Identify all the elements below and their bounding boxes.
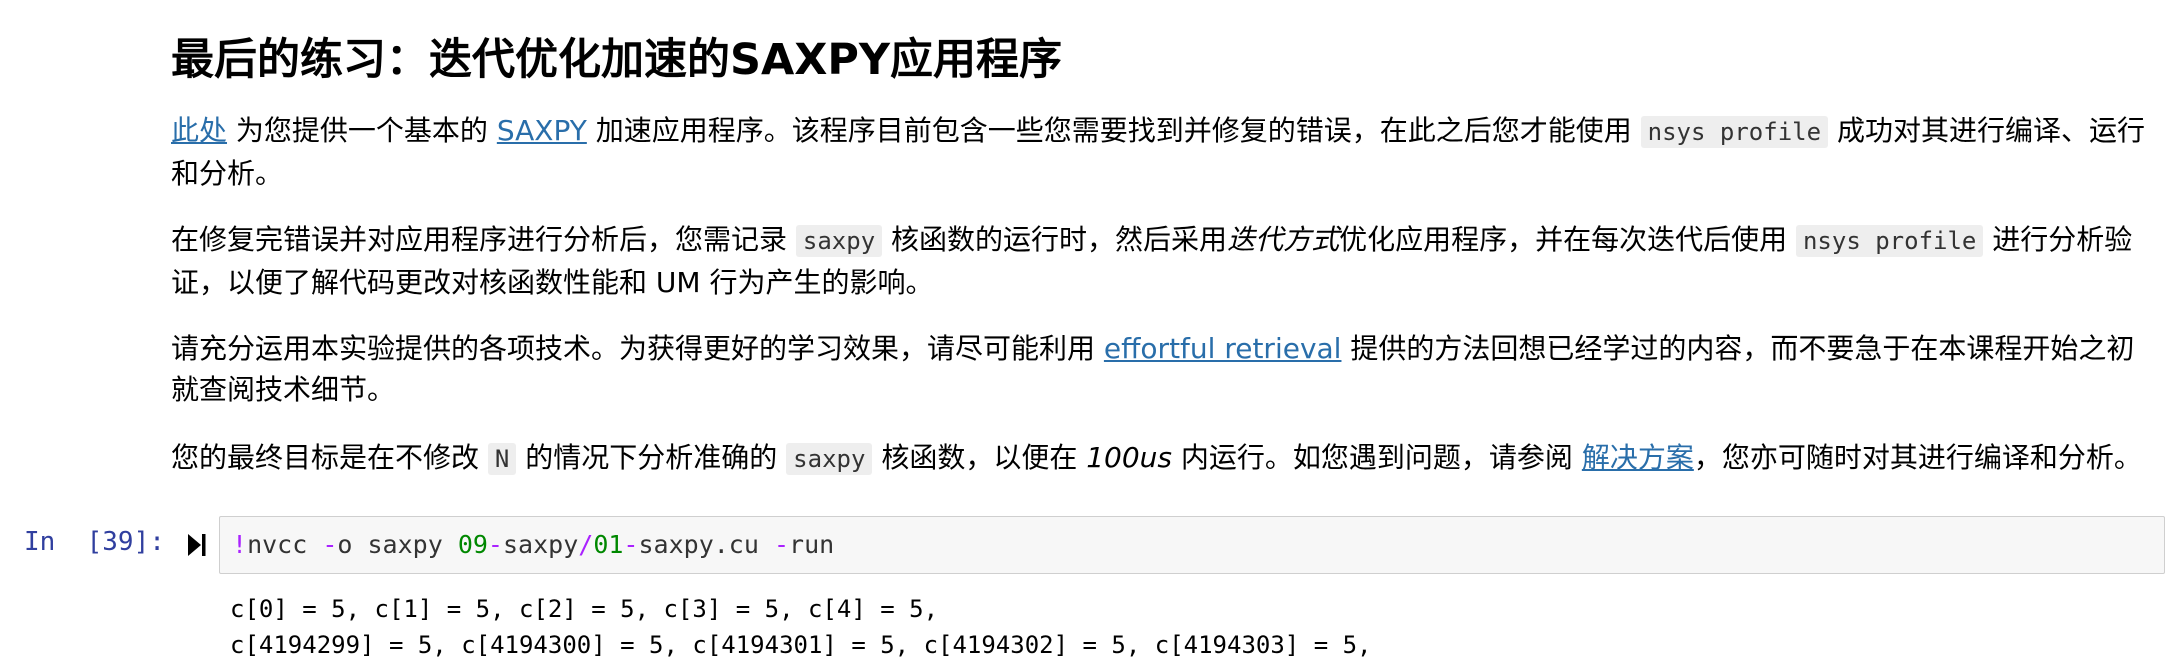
- effortful-retrieval-link[interactable]: effortful retrieval: [1104, 332, 1342, 365]
- code-token: -: [322, 530, 338, 559]
- paragraph-text: 核函数的运行时，然后采用: [882, 223, 1228, 256]
- paragraph-techniques: 请充分运用本实验提供的各项技术。为获得更好的学习效果，请尽可能利用 effort…: [171, 328, 2161, 410]
- here-link[interactable]: 此处: [171, 114, 227, 147]
- run-cell-icon[interactable]: [186, 532, 208, 558]
- paragraph-text: 为您提供一个基本的: [227, 114, 497, 147]
- inline-code: saxpy: [795, 225, 883, 257]
- paragraph-text: 加速应用程序。该程序目前包含一些您需要找到并修复的错误，在此之后您才能使用: [586, 114, 1641, 147]
- cell-prompt: In [39]:: [24, 527, 165, 557]
- page-title: 最后的练习：迭代优化加速的SAXPY应用程序: [171, 35, 1063, 85]
- paragraph-text: 内运行。如您遇到问题，请参阅: [1172, 441, 1582, 474]
- cell-output: c[0] = 5, c[1] = 5, c[2] = 5, c[3] = 5, …: [230, 591, 1386, 663]
- paragraph-profiling: 在修复完错误并对应用程序进行分析后，您需记录 saxpy 核函数的运行时，然后采…: [171, 219, 2161, 303]
- code-token: 09: [457, 530, 488, 559]
- inline-code: nsys profile: [1795, 225, 1984, 257]
- shell-bang: !: [232, 530, 248, 559]
- paragraph-intro: 此处 为您提供一个基本的 SAXPY 加速应用程序。该程序目前包含一些您需要找到…: [171, 110, 2161, 194]
- inline-code: nsys profile: [1640, 116, 1829, 148]
- code-token: saxpy: [502, 530, 579, 559]
- output-line: c[4194299] = 5, c[4194300] = 5, c[419430…: [230, 631, 1386, 659]
- paragraph-text: ，您亦可随时对其进行编译和分析。: [1693, 441, 2142, 474]
- code-input-area[interactable]: !nvcc -o saxpy 09-saxpy/01-saxpy.cu -run: [219, 516, 2165, 574]
- code-token: -: [487, 530, 503, 559]
- code-token: 01: [593, 530, 624, 559]
- paragraph-goal: 您的最终目标是在不修改 N 的情况下分析准确的 saxpy 核函数，以便在 10…: [171, 437, 2161, 480]
- code-token: saxpy.cu: [638, 530, 774, 559]
- code-token: -: [623, 530, 639, 559]
- emphasis-text: 100us: [1086, 441, 1173, 474]
- paragraph-text: 在修复完错误并对应用程序进行分析后，您需记录: [171, 223, 796, 256]
- code-token: o saxpy: [337, 530, 458, 559]
- solution-link[interactable]: 解决方案: [1582, 441, 1694, 474]
- emphasis-text: 迭代方式: [1227, 223, 1340, 256]
- code-token: nvcc: [247, 530, 323, 559]
- paragraph-text: 请充分运用本实验提供的各项技术。为获得更好的学习效果，请尽可能利用: [171, 332, 1104, 365]
- paragraph-text: 的情况下分析准确的: [516, 441, 787, 474]
- paragraph-text: 核函数，以便在: [872, 441, 1087, 474]
- code-token: -: [773, 530, 790, 559]
- paragraph-text: 您的最终目标是在不修改: [171, 441, 488, 474]
- inline-code: saxpy: [786, 443, 873, 475]
- code-token: run: [789, 530, 835, 559]
- code-line[interactable]: !nvcc -o saxpy 09-saxpy/01-saxpy.cu -run: [232, 530, 834, 559]
- paragraph-text: 优化应用程序，并在每次迭代后使用: [1339, 223, 1796, 256]
- code-token: /: [578, 530, 594, 559]
- saxpy-link[interactable]: SAXPY: [497, 114, 587, 147]
- output-line: c[0] = 5, c[1] = 5, c[2] = 5, c[3] = 5, …: [230, 595, 953, 623]
- inline-code: N: [487, 443, 517, 475]
